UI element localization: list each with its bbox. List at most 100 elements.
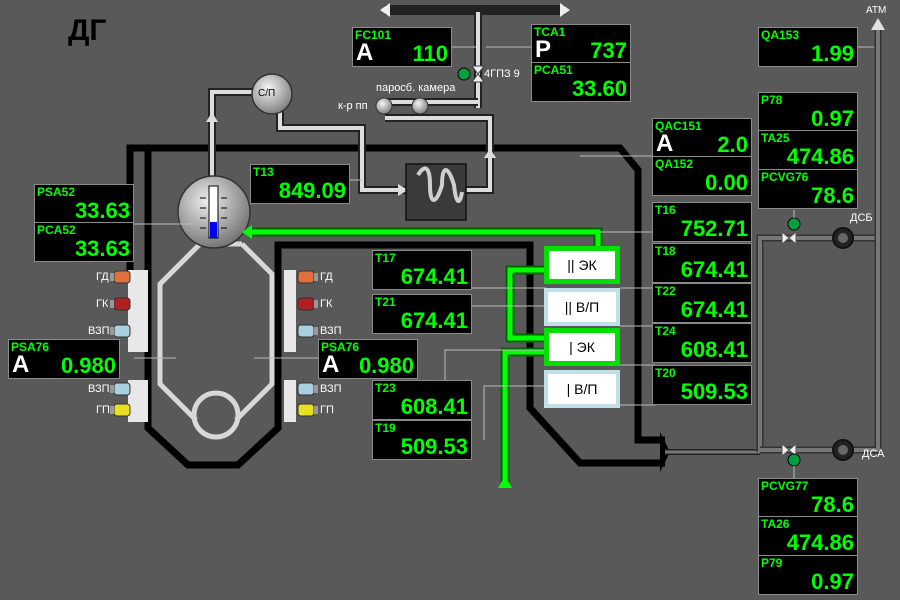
scada-screen: ДГ С/П 4ГПЗ 9 паросб. камера к-р пп АТМ …: [0, 0, 900, 600]
separator-label: С/П: [258, 88, 276, 99]
tag-ta26-name: TA26: [761, 517, 790, 531]
tag-t18-value: 674.41: [680, 257, 748, 282]
tag-qa152[interactable]: QA152 0.00: [652, 156, 752, 196]
tag-psa52[interactable]: PSA52 33.63: [34, 184, 134, 224]
burner-right-vzp1-label: ВЗП: [320, 325, 342, 337]
tag-t20-name: T20: [655, 366, 676, 380]
tag-t24-name: T24: [655, 324, 676, 338]
steam-chamber-label: паросб. камера: [376, 82, 456, 94]
tag-t16[interactable]: T16 752.71: [652, 202, 752, 242]
burner-left-vzp2: [110, 382, 131, 396]
tag-tca1[interactable]: TCA1 P 737: [531, 24, 631, 64]
tag-t16-value: 752.71: [680, 216, 748, 241]
tag-pca51[interactable]: PCA51 33.60: [531, 62, 631, 102]
tag-t13-value: 849.09: [278, 178, 346, 203]
tag-t24-value: 608.41: [680, 337, 748, 362]
tag-t18-name: T18: [655, 244, 676, 258]
tag-t19[interactable]: T19 509.53: [372, 420, 472, 460]
tag-qa152-value: 0.00: [705, 170, 748, 195]
burner-left-gp-label: ГП: [96, 404, 110, 416]
tag-t22[interactable]: T22 674.41: [652, 283, 752, 323]
tag-psa76-right[interactable]: PSA76 A 0.980: [318, 339, 418, 379]
tag-fc101-value: 110: [412, 41, 449, 66]
tag-qa153-value: 1.99: [811, 41, 854, 66]
atm-label: АТМ: [866, 5, 887, 16]
tag-t19-name: T19: [375, 421, 396, 435]
tag-pcvg77[interactable]: PCVG77 78.6: [758, 478, 858, 518]
tag-t23-value: 608.41: [400, 394, 468, 419]
tag-psa76-left[interactable]: PSA76 A 0.980: [8, 339, 120, 379]
tag-t17-name: T17: [375, 251, 396, 265]
tag-ta26-value: 474.86: [786, 530, 854, 555]
tag-t18[interactable]: T18 674.41: [652, 243, 752, 283]
tag-pcvg76-value: 78.6: [811, 183, 854, 208]
burner-left-gp: [110, 403, 131, 417]
burner-right-gp-label: ГП: [320, 404, 334, 416]
dsa-label: ДСА: [862, 448, 885, 460]
burner-left-vzp1-label: ВЗП: [88, 325, 110, 337]
tag-t22-value: 674.41: [680, 297, 748, 322]
section-economizer-2[interactable]: || ЭК: [544, 246, 620, 284]
tag-fc101[interactable]: FC101 A 110: [352, 27, 452, 67]
superheater-label: к-р пп: [338, 100, 368, 112]
main-steam-valve-label: 4ГПЗ 9: [484, 68, 520, 80]
tag-psa76-right-mode: A: [322, 351, 340, 378]
tag-t20[interactable]: T20 509.53: [652, 365, 752, 405]
tag-t22-name: T22: [655, 284, 676, 298]
tag-t21[interactable]: T21 674.41: [372, 294, 472, 334]
tag-psa76-left-mode: A: [12, 351, 30, 378]
tag-psa52-value: 33.63: [74, 198, 130, 223]
tag-ta26[interactable]: TA26 474.86: [758, 516, 858, 556]
tag-pca52-name: PCA52: [37, 223, 76, 237]
section-economizer-2-label: || ЭК: [567, 257, 597, 273]
tag-p78-value: 0.97: [811, 106, 854, 131]
burner-right-gk: [297, 297, 318, 311]
section-airheater-2-label: || В/П: [564, 299, 600, 315]
tag-t13[interactable]: T13 849.09: [250, 164, 350, 204]
tag-pca51-value: 33.60: [571, 76, 627, 101]
burner-left-gd: [110, 270, 131, 284]
tag-t16-name: T16: [655, 203, 676, 217]
tag-t21-value: 674.41: [400, 308, 468, 333]
tag-pca51-name: PCA51: [534, 63, 573, 77]
tag-t17-value: 674.41: [400, 264, 468, 289]
burner-right-vzp2: [297, 382, 318, 396]
burner-right-gd-label: ГД: [320, 271, 333, 283]
tag-p79-name: P79: [761, 556, 783, 570]
tag-p78[interactable]: P78 0.97: [758, 92, 858, 132]
tag-t23[interactable]: T23 608.41: [372, 380, 472, 420]
tag-qa152-name: QA152: [655, 157, 694, 171]
section-economizer-1-label: | ЭК: [569, 339, 595, 355]
tag-pcvg76-name: PCVG76: [761, 170, 809, 184]
tag-t19-value: 509.53: [400, 434, 468, 459]
section-economizer-1[interactable]: | ЭК: [544, 328, 620, 366]
tag-t23-name: T23: [375, 381, 396, 395]
tag-tca1-mode: P: [535, 36, 552, 63]
tag-ta25-value: 474.86: [786, 144, 854, 169]
section-airheater-1-label: | В/П: [566, 381, 598, 397]
tag-pca52[interactable]: PCA52 33.63: [34, 222, 134, 262]
section-airheater-1[interactable]: | В/П: [544, 370, 620, 408]
tag-qac151-mode: A: [656, 130, 674, 157]
screen-title: ДГ: [68, 14, 107, 47]
burner-right-gk-label: ГК: [320, 298, 333, 310]
burner-left-gd-label: ГД: [96, 271, 109, 283]
dsb-label: ДСБ: [850, 212, 873, 224]
tag-t20-value: 509.53: [680, 379, 748, 404]
burner-right-vzp2-label: ВЗП: [320, 383, 342, 395]
burner-left-gk-label: ГК: [96, 298, 109, 310]
burner-right-gp: [297, 403, 318, 417]
tag-pcvg77-name: PCVG77: [761, 479, 809, 493]
tag-pcvg77-value: 78.6: [811, 492, 854, 517]
section-airheater-2[interactable]: || В/П: [544, 288, 620, 326]
burner-left-vzp2-label: ВЗП: [88, 383, 110, 395]
tag-ta25[interactable]: TA25 474.86: [758, 130, 858, 170]
tag-t17[interactable]: T17 674.41: [372, 250, 472, 290]
tag-t24[interactable]: T24 608.41: [652, 323, 752, 363]
tag-qa153[interactable]: QA153 1.99: [758, 27, 858, 67]
tag-pca52-value: 33.63: [74, 236, 130, 261]
tag-qac151[interactable]: QAC151 A 2.0: [652, 118, 752, 158]
burner-left-gk: [110, 297, 131, 311]
tag-p79[interactable]: P79 0.97: [758, 555, 858, 595]
tag-pcvg76[interactable]: PCVG76 78.6: [758, 169, 858, 209]
